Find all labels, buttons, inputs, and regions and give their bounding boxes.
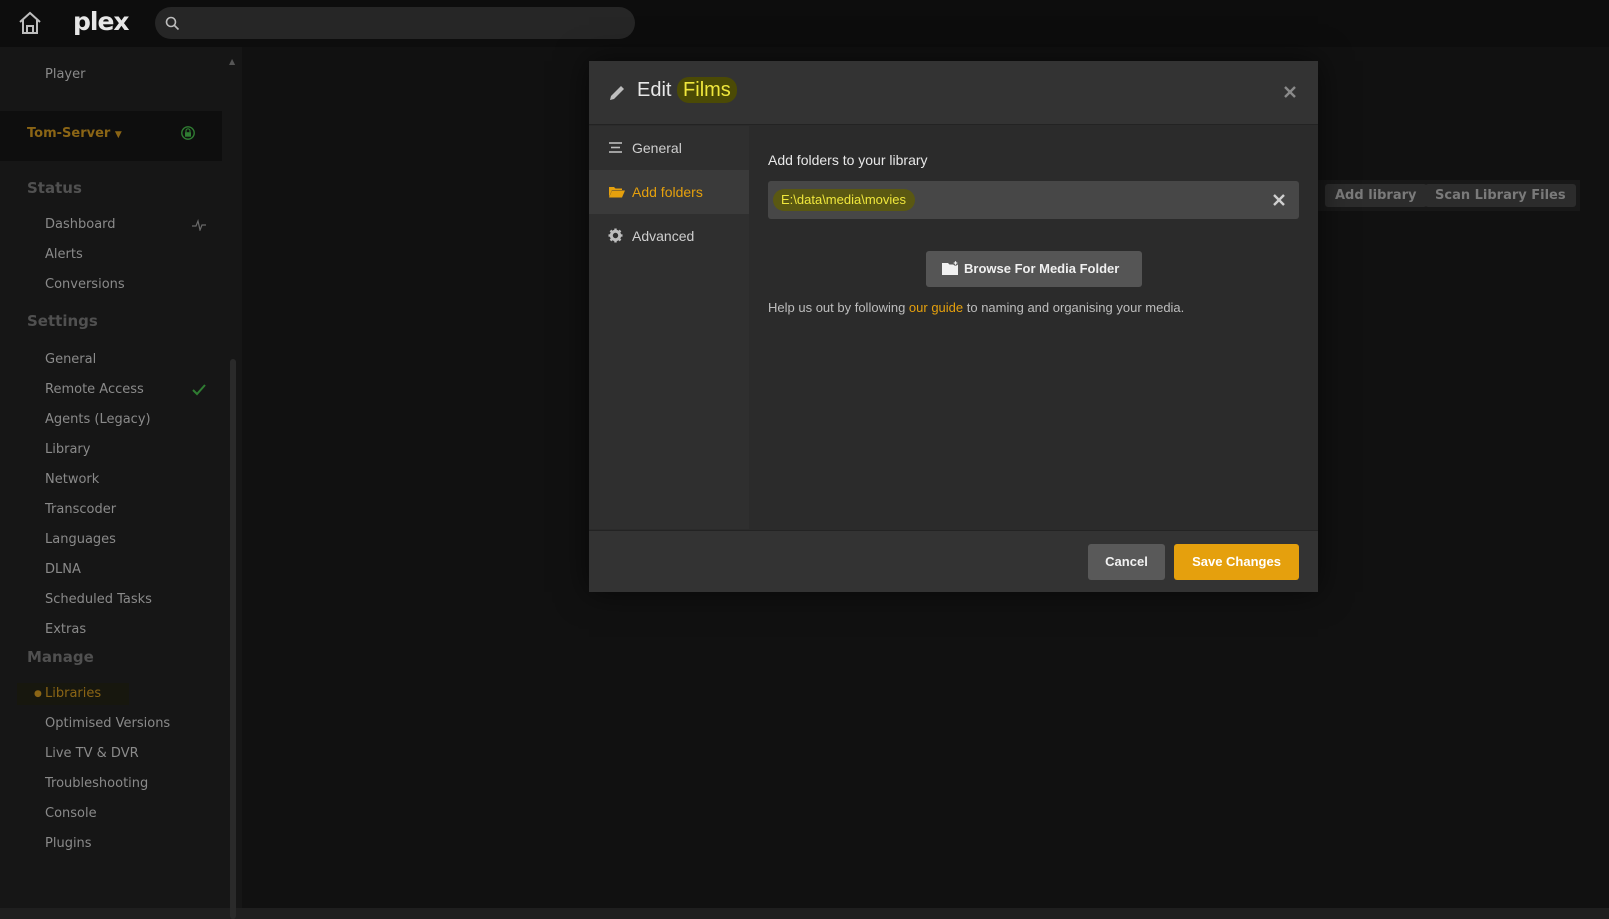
guide-link[interactable]: our guide xyxy=(909,300,963,315)
tab-add-folders[interactable]: Add folders xyxy=(589,170,749,214)
help-text: Help us out by following our guide to na… xyxy=(768,300,1184,315)
help-prefix: Help us out by following xyxy=(768,300,909,315)
sidebar-item-console[interactable]: Console xyxy=(45,803,97,825)
search-icon xyxy=(165,16,180,31)
sidebar-item-alerts[interactable]: Alerts xyxy=(45,244,83,266)
gear-icon xyxy=(608,228,623,243)
chevron-down-icon: ▼ xyxy=(114,130,122,140)
sidebar-item-player[interactable]: Player xyxy=(45,64,85,86)
browse-folder-label: Browse For Media Folder xyxy=(964,261,1120,276)
browse-folder-button[interactable]: Browse For Media Folder xyxy=(926,251,1142,287)
activity-icon xyxy=(192,219,206,231)
sidebar-item-conversions[interactable]: Conversions xyxy=(45,274,125,296)
folder-path-field[interactable]: E:\data\media\movies xyxy=(773,189,916,211)
sidebar-item-scheduled-tasks[interactable]: Scheduled Tasks xyxy=(45,589,152,611)
sidebar-item-transcoder[interactable]: Transcoder xyxy=(45,499,116,521)
check-icon xyxy=(192,384,206,396)
sidebar-item-network[interactable]: Network xyxy=(45,469,99,491)
list-icon xyxy=(609,142,622,153)
modal-body: Add folders to your library E:\data\medi… xyxy=(749,126,1318,529)
sidebar: ▲ Player Tom-Server ▼ Status Dashboard A… xyxy=(0,47,242,919)
sidebar-item-libraries[interactable]: Libraries xyxy=(45,683,101,705)
tab-advanced[interactable]: Advanced xyxy=(589,214,749,258)
top-bar: plex xyxy=(0,0,1609,47)
close-icon[interactable] xyxy=(1283,85,1297,99)
remove-folder-icon[interactable] xyxy=(1272,193,1286,207)
sidebar-item-extras[interactable]: Extras xyxy=(45,619,86,641)
tab-general[interactable]: General xyxy=(589,126,749,170)
sidebar-item-remote-access[interactable]: Remote Access xyxy=(45,379,144,401)
folder-open-icon xyxy=(609,187,625,198)
sidebar-item-optimised-versions[interactable]: Optimised Versions xyxy=(45,713,170,735)
sidebar-item-live-tv[interactable]: Live TV & DVR xyxy=(45,743,139,765)
server-selector[interactable]: Tom-Server ▼ xyxy=(0,111,222,161)
sidebar-item-agents[interactable]: Agents (Legacy) xyxy=(45,409,151,431)
folder-plus-icon xyxy=(942,260,959,275)
plex-logo[interactable]: plex xyxy=(73,7,130,36)
manage-heading: Manage xyxy=(27,648,94,666)
tab-add-folders-label: Add folders xyxy=(632,184,703,200)
bullet-icon: ● xyxy=(34,689,42,699)
add-library-button[interactable]: Add library xyxy=(1325,184,1427,207)
sidebar-item-plugins[interactable]: Plugins xyxy=(45,833,92,855)
modal-footer: Cancel Save Changes xyxy=(589,530,1318,592)
server-name: Tom-Server ▼ xyxy=(27,126,122,141)
settings-heading: Settings xyxy=(27,312,98,330)
sidebar-scrollbar[interactable] xyxy=(230,359,236,919)
sidebar-item-library[interactable]: Library xyxy=(45,439,90,461)
tab-general-label: General xyxy=(632,140,682,156)
server-name-text: Tom-Server xyxy=(27,126,111,141)
modal-nav: General Add folders Advanced xyxy=(589,126,749,529)
sidebar-item-languages[interactable]: Languages xyxy=(45,529,116,551)
lock-icon xyxy=(181,126,195,140)
home-icon[interactable] xyxy=(17,10,43,36)
tab-advanced-label: Advanced xyxy=(632,228,695,244)
sidebar-item-dlna[interactable]: DLNA xyxy=(45,559,81,581)
section-label: Add folders to your library xyxy=(768,152,928,168)
help-suffix: to naming and organising your media. xyxy=(963,300,1185,315)
status-heading: Status xyxy=(27,179,82,197)
logo-text: plex xyxy=(73,7,130,36)
scan-library-button[interactable]: Scan Library Files xyxy=(1425,184,1576,207)
modal-header: Edit Films xyxy=(589,61,1318,125)
folder-row: E:\data\media\movies xyxy=(768,181,1299,219)
search-input[interactable] xyxy=(155,7,635,39)
sidebar-item-dashboard[interactable]: Dashboard xyxy=(45,214,116,236)
edit-library-modal: Edit Films General Add folders Advanced … xyxy=(589,61,1318,592)
scroll-up-icon[interactable]: ▲ xyxy=(229,57,235,66)
sidebar-item-general[interactable]: General xyxy=(45,349,96,371)
title-prefix: Edit xyxy=(637,79,672,101)
library-name: Films xyxy=(677,77,737,103)
save-changes-button[interactable]: Save Changes xyxy=(1174,544,1299,580)
pencil-icon xyxy=(610,86,624,100)
modal-title: Edit Films xyxy=(637,77,737,103)
sidebar-item-troubleshooting[interactable]: Troubleshooting xyxy=(45,773,148,795)
cancel-button[interactable]: Cancel xyxy=(1088,544,1165,580)
